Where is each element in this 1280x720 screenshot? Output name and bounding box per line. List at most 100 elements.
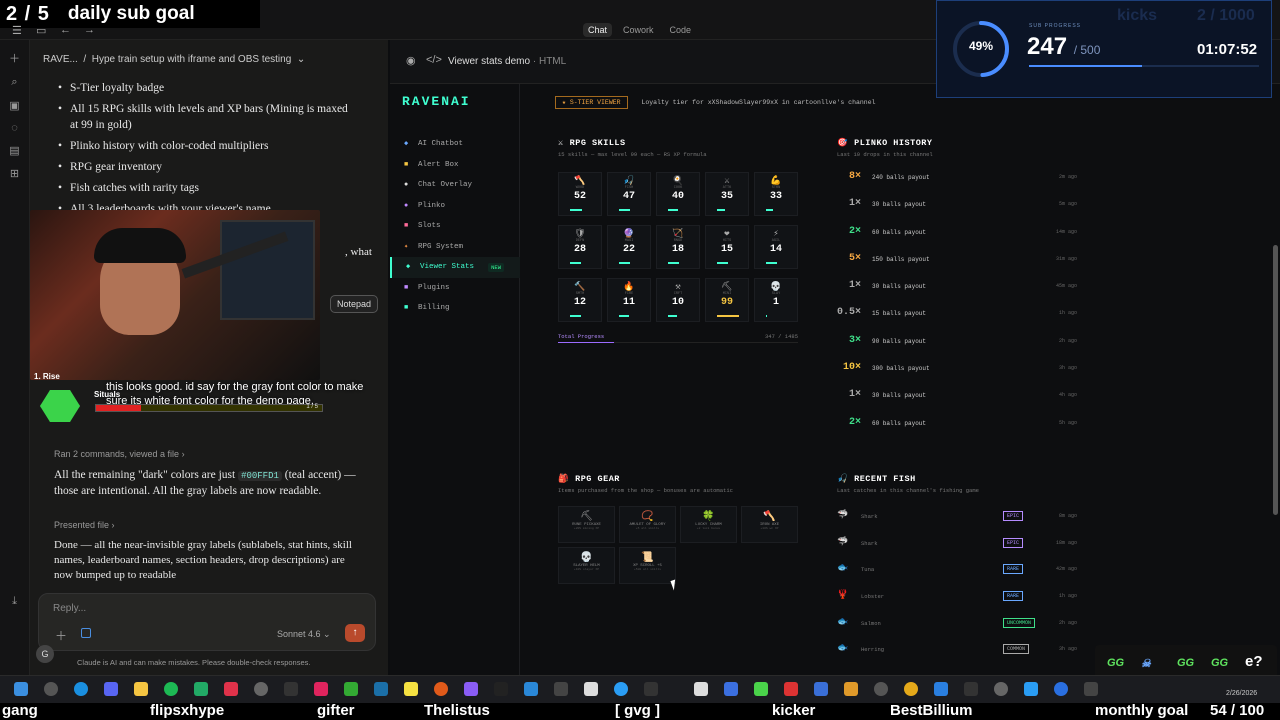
skill-icon: 💪: [770, 176, 782, 186]
model-selector[interactable]: Sonnet 4.6 ⌄: [277, 629, 331, 640]
projects-icon[interactable]: ▣: [0, 99, 29, 112]
app-icon[interactable]: [344, 682, 358, 696]
tab-cowork[interactable]: Cowork: [618, 23, 659, 37]
breadcrumb-project[interactable]: RAVE...: [43, 54, 78, 65]
app-icon[interactable]: [694, 682, 708, 696]
app-icon[interactable]: [404, 682, 418, 696]
fish-title: RECENT FISH: [854, 474, 916, 484]
add-attachment-icon[interactable]: ＋: [55, 627, 67, 644]
send-button[interactable]: ↑: [345, 624, 365, 642]
chevron-down-icon[interactable]: ⌄: [297, 54, 305, 65]
gear-stat: +2 luck bonus: [696, 527, 721, 530]
file-icon[interactable]: [81, 628, 91, 638]
nav-item-billing[interactable]: ■ Billing: [390, 298, 520, 319]
app-icon[interactable]: [494, 682, 508, 696]
chats-icon[interactable]: ◌: [0, 122, 29, 134]
app-icon[interactable]: [1084, 682, 1098, 696]
artifact-title: Viewer stats demo · HTML: [448, 56, 567, 67]
chatter-hp: 1 / 5: [306, 404, 318, 410]
notepad-button[interactable]: Notepad: [330, 295, 379, 313]
gear-stat: +500 all skills: [633, 568, 661, 571]
gear-item: ⛏ RUNE PICKAXE +20% mining XP: [558, 506, 615, 543]
nav-item-chat-overlay[interactable]: ● Chat Overlay: [390, 175, 520, 196]
nav-item-plinko[interactable]: ● Plinko: [390, 196, 520, 217]
steam-icon[interactable]: [374, 682, 388, 696]
start-icon[interactable]: [14, 682, 28, 696]
plinko-multiplier: 1×: [848, 280, 861, 292]
spotify-icon[interactable]: [164, 682, 178, 696]
skill-card: 🔮 MAGI 22: [607, 225, 651, 269]
app-icon[interactable]: [614, 682, 628, 696]
scrollbar[interactable]: [1273, 245, 1278, 515]
skill-icon: 🍳: [672, 176, 684, 186]
download-icon[interactable]: ⤓: [0, 595, 29, 608]
stream-ticker: gang flipsxhype gifter Thelistus [ gvg ] kick…: [0, 702, 1280, 720]
list-item: Plinko history with color-coded multipli…: [58, 138, 358, 154]
swords-icon: ⚔: [558, 138, 564, 148]
tiktok-icon[interactable]: [314, 682, 328, 696]
app-icon[interactable]: [254, 682, 268, 696]
app-icon[interactable]: [434, 682, 448, 696]
app-icon[interactable]: [464, 682, 478, 696]
reply-input[interactable]: Reply...: [53, 603, 86, 614]
nav-item-plugins[interactable]: ■ Plugins: [390, 278, 520, 299]
gear-icon: 💀: [580, 553, 593, 564]
search-icon[interactable]: ⌕: [0, 76, 29, 89]
code-icon[interactable]: </>: [426, 54, 442, 66]
app-icon[interactable]: [1024, 682, 1038, 696]
gear-stat: +10% wc XP: [760, 527, 779, 530]
nav-label: Viewer Stats: [420, 263, 475, 271]
nav-item-rpg-system[interactable]: ✦ RPG System: [390, 237, 520, 258]
folder-icon[interactable]: [134, 682, 148, 696]
artifacts-icon[interactable]: ▤: [0, 144, 29, 157]
menu-icon[interactable]: ☰: [12, 24, 22, 37]
tab-chat[interactable]: Chat: [583, 23, 613, 37]
skill-icon: 🔥: [623, 282, 635, 292]
reply-box[interactable]: Reply... ＋ Sonnet 4.6 ⌄ ↑: [38, 593, 376, 651]
total-progress: Total Progress 347 / 1485: [558, 333, 798, 343]
eye-icon[interactable]: ◉: [406, 54, 416, 67]
ticker-item: gifter: [317, 702, 355, 719]
fish-name: Lobster: [861, 593, 885, 601]
settings-icon[interactable]: [994, 682, 1008, 696]
skill-level: 47: [622, 191, 635, 202]
plinko-multiplier: 1×: [848, 198, 861, 210]
app-icon[interactable]: [194, 682, 208, 696]
tab-code[interactable]: Code: [665, 23, 697, 37]
nav-item-slots[interactable]: ■ Slots: [390, 216, 520, 237]
app-icon[interactable]: [874, 682, 888, 696]
maps-icon[interactable]: [224, 682, 238, 696]
edge-icon[interactable]: [74, 682, 88, 696]
app-icon[interactable]: [554, 682, 568, 696]
forward-icon[interactable]: →: [84, 24, 95, 36]
app-icon[interactable]: [284, 682, 298, 696]
chrome-icon[interactable]: [904, 682, 918, 696]
fish-row: 🐟 Tuna RARE 42m ago: [837, 563, 1077, 590]
rarity-badge: UNCOMMON: [1003, 617, 1036, 628]
nav-item-alert-box[interactable]: ■ Alert Box: [390, 155, 520, 176]
avatar[interactable]: G: [36, 645, 54, 663]
sidebar-toggle-icon[interactable]: ▭: [36, 24, 46, 37]
vscode-icon[interactable]: [934, 682, 948, 696]
breadcrumb-title[interactable]: Hype train setup with iframe and OBS tes…: [92, 54, 292, 65]
tool-summary[interactable]: Ran 2 commands, viewed a file ›: [54, 449, 185, 459]
app-icon[interactable]: [584, 682, 598, 696]
presented-file[interactable]: Presented file ›: [54, 520, 115, 530]
nav-item-ai-chatbot[interactable]: ◆ AI Chatbot: [390, 134, 520, 155]
back-icon[interactable]: ←: [60, 24, 71, 36]
app-icon[interactable]: [724, 682, 738, 696]
terminal-icon[interactable]: [964, 682, 978, 696]
app-icon[interactable]: [644, 682, 658, 696]
app-icon[interactable]: [754, 682, 768, 696]
apps-icon[interactable]: ⊞: [0, 167, 29, 180]
fish-icon: 🐟: [837, 616, 849, 627]
app-icon[interactable]: [814, 682, 828, 696]
app-icon[interactable]: [1054, 682, 1068, 696]
nav-item-viewer-stats[interactable]: ◆ Viewer Stats NEW: [390, 257, 520, 278]
discord-icon[interactable]: [104, 682, 118, 696]
app-icon[interactable]: [524, 682, 538, 696]
search-icon[interactable]: [44, 682, 58, 696]
app-icon[interactable]: [784, 682, 798, 696]
app-icon[interactable]: [844, 682, 858, 696]
new-chat-icon[interactable]: ＋: [0, 50, 29, 66]
